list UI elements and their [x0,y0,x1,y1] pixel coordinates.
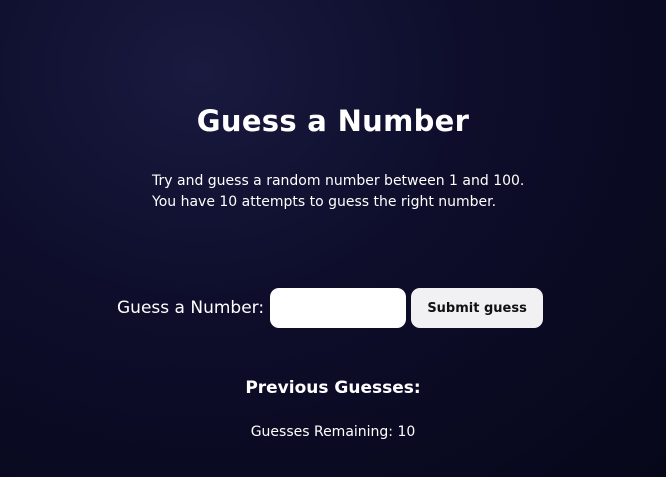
guess-label: Guess a Number: [117,298,265,318]
guesses-remaining: Guesses Remaining: 10 [250,424,416,440]
submit-guess-button[interactable]: Submit guess [411,288,544,328]
previous-guesses-heading: Previous Guesses: [245,378,421,398]
page-title: Guess a Number [196,104,470,138]
instructions: Try and guess a random number between 1 … [152,171,572,213]
game-page: Guess a Number Try and guess a random nu… [0,0,666,477]
guess-form: Guess a Number: Submit guess [117,288,544,328]
instructions-line-1: Try and guess a random number between 1 … [152,173,525,189]
guess-input[interactable] [270,288,407,328]
instructions-line-2: You have 10 attempts to guess the right … [152,194,497,210]
